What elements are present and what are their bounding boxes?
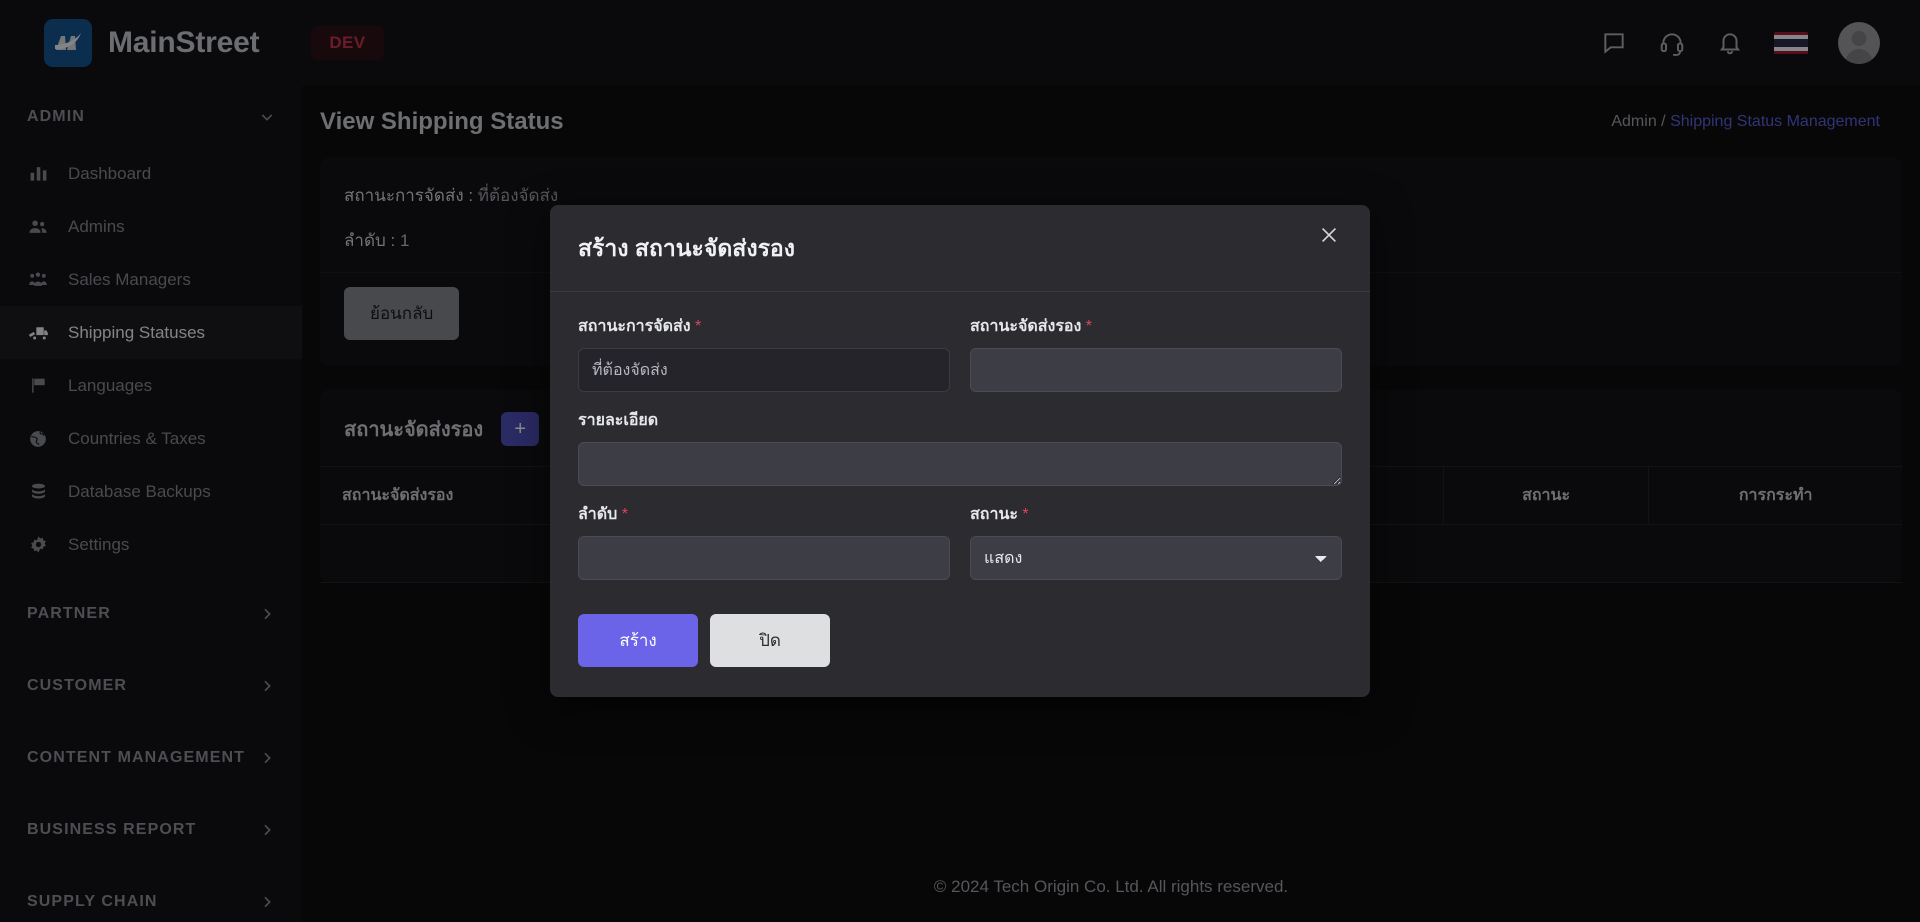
modal-header: สร้าง สถานะจัดส่งรอง bbox=[550, 205, 1370, 292]
modal-title: สร้าง สถานะจัดส่งรอง bbox=[578, 235, 795, 261]
required-marker: * bbox=[1085, 318, 1093, 335]
shipping-status-input[interactable] bbox=[578, 348, 950, 392]
field-label: สถานะ * bbox=[970, 502, 1342, 527]
label-text: สถานะจัดส่งรอง bbox=[970, 318, 1082, 335]
field-status: สถานะ * แสดงซ่อน bbox=[970, 502, 1342, 580]
status-select[interactable]: แสดงซ่อน bbox=[970, 536, 1342, 580]
modal-body: สถานะการจัดส่ง * สถานะจัดส่งรอง * รายละเ… bbox=[550, 292, 1370, 600]
field-label: ลำดับ * bbox=[578, 502, 950, 527]
submit-button[interactable]: สร้าง bbox=[578, 614, 698, 667]
required-marker: * bbox=[1022, 506, 1029, 523]
field-description: รายละเอียด bbox=[578, 408, 1342, 486]
form-row-2: ลำดับ * สถานะ * แสดงซ่อน bbox=[578, 502, 1342, 596]
field-label: สถานะการจัดส่ง * bbox=[578, 314, 950, 339]
field-order: ลำดับ * bbox=[578, 502, 950, 580]
create-sub-status-modal: สร้าง สถานะจัดส่งรอง สถานะการจัดส่ง * สถ… bbox=[550, 205, 1370, 697]
field-label: รายละเอียด bbox=[578, 408, 1342, 433]
order-input[interactable] bbox=[578, 536, 950, 580]
label-text: รายละเอียด bbox=[578, 412, 659, 429]
close-icon[interactable] bbox=[1316, 222, 1342, 248]
description-textarea[interactable] bbox=[578, 442, 1342, 486]
field-sub-status: สถานะจัดส่งรอง * bbox=[970, 314, 1342, 392]
label-text: ลำดับ bbox=[578, 506, 618, 523]
form-row-1: สถานะการจัดส่ง * สถานะจัดส่งรอง * bbox=[578, 314, 1342, 408]
sub-status-input[interactable] bbox=[970, 348, 1342, 392]
modal-footer: สร้าง ปิด bbox=[550, 600, 1370, 697]
required-marker: * bbox=[621, 506, 629, 523]
field-shipping-status: สถานะการจัดส่ง * bbox=[578, 314, 950, 392]
close-button[interactable]: ปิด bbox=[710, 614, 830, 667]
required-marker: * bbox=[695, 318, 702, 335]
label-text: สถานะ bbox=[970, 506, 1018, 523]
label-text: สถานะการจัดส่ง bbox=[578, 318, 691, 335]
field-label: สถานะจัดส่งรอง * bbox=[970, 314, 1342, 339]
